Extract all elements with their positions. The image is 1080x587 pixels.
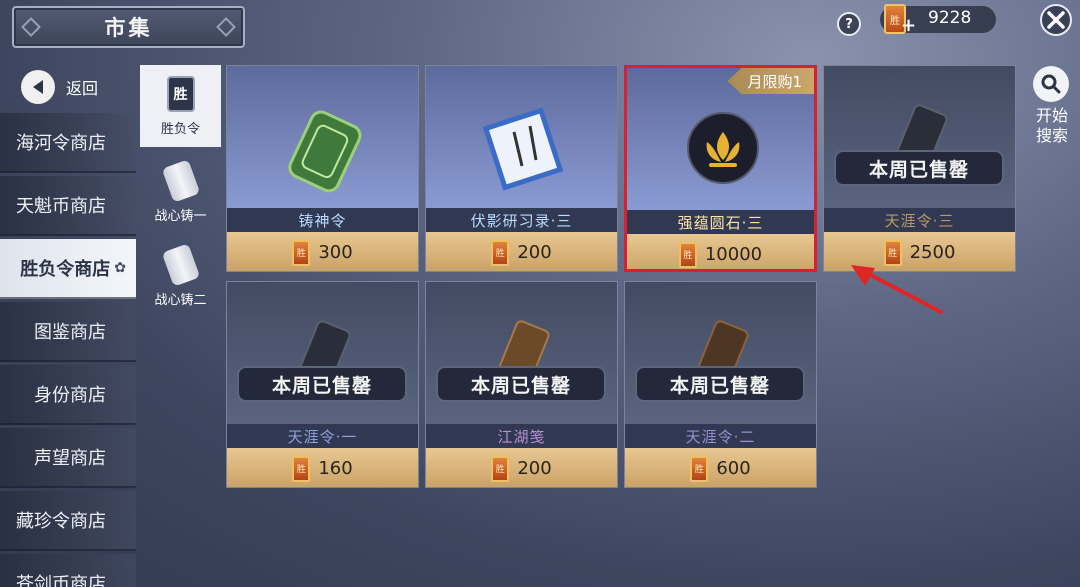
price-value: 10000 <box>704 244 763 265</box>
shop-item-card[interactable]: 本周已售罄 江湖笺 胜 200 <box>425 281 618 488</box>
jade-token-icon <box>288 110 362 193</box>
soldout-badge: 本周已售罄 <box>436 366 606 402</box>
sidebar-item-label: 身份商店 <box>34 385 106 406</box>
item-price: 胜 200 <box>426 448 617 487</box>
victory-token-icon: 胜 <box>491 239 510 266</box>
close-icon <box>1047 11 1065 29</box>
item-name: 铸神令 <box>227 208 418 232</box>
scroll-icon <box>161 242 200 287</box>
victory-token-icon: 胜 <box>491 455 510 482</box>
close-button[interactable] <box>1040 4 1072 36</box>
shop-item-card-highlighted[interactable]: 月限购1 强蕴圆石·三 胜 10000 <box>624 65 817 272</box>
price-value: 200 <box>517 458 552 479</box>
sidebar-item-tujian-shop[interactable]: 图鉴商店 <box>0 302 136 362</box>
victory-token-icon: 胜 <box>292 455 311 482</box>
settings-gear-icon: ✿ <box>114 260 126 276</box>
sidebar-item-cangzhen-shop[interactable]: 藏珍令商店 <box>0 491 136 551</box>
sidebar-item-label: 天魁币商店 <box>16 196 106 217</box>
page-title: 市集 <box>104 16 153 40</box>
item-name: 天涯令·三 <box>824 208 1015 232</box>
shop-item-card[interactable]: 本周已售罄 天涯令·二 胜 600 <box>624 281 817 488</box>
ornament-icon <box>21 17 41 37</box>
sidebar-item-label: 声望商店 <box>34 448 106 469</box>
item-name: 天涯令·二 <box>625 424 816 448</box>
item-name: 伏影研习录·三 <box>426 208 617 232</box>
item-art: 本周已售罄 <box>625 282 816 424</box>
price-value: 600 <box>716 458 751 479</box>
soldout-badge: 本周已售罄 <box>237 366 407 402</box>
item-art: 本周已售罄 <box>227 282 418 424</box>
sidebar-item-identity-shop[interactable]: 身份商店 <box>0 365 136 425</box>
back-label: 返回 <box>66 79 99 98</box>
search-label: 开始搜索 <box>1035 106 1068 145</box>
item-price: 胜 600 <box>625 448 816 487</box>
item-name: 强蕴圆石·三 <box>627 210 814 234</box>
search-button[interactable] <box>1033 66 1069 102</box>
item-art <box>426 66 617 208</box>
shop-item-card[interactable]: 铸神令 胜 300 <box>226 65 419 272</box>
item-price: 胜 160 <box>227 448 418 487</box>
item-art: 本周已售罄 <box>426 282 617 424</box>
item-art: 本周已售罄 <box>824 66 1015 208</box>
shop-item-card[interactable]: 本周已售罄 天涯令·一 胜 160 <box>226 281 419 488</box>
sidebar-item-cangjian-shop[interactable]: 苍剑币商店 <box>0 554 136 587</box>
sidebar-item-label: 胜负令商店 <box>20 259 111 280</box>
victory-token-icon: 胜 <box>690 455 709 482</box>
soldout-badge: 本周已售罄 <box>635 366 805 402</box>
title-plaque: 市集 <box>12 6 245 48</box>
item-art <box>227 66 418 208</box>
back-arrow-icon <box>21 70 55 104</box>
victory-token-icon: 胜 <box>292 239 311 266</box>
help-button[interactable]: ? <box>837 12 861 36</box>
subtab-label: 战心铸二 <box>154 292 207 308</box>
add-currency-button[interactable]: + <box>901 15 916 36</box>
search-icon <box>1041 74 1061 94</box>
back-button[interactable]: 返回 <box>0 62 136 112</box>
item-price: 胜 200 <box>426 232 617 271</box>
price-value: 300 <box>318 242 353 263</box>
soldout-badge: 本周已售罄 <box>834 150 1004 186</box>
sidebar-item-label: 藏珍令商店 <box>16 511 106 532</box>
scroll-book-icon <box>482 107 564 191</box>
price-value: 2500 <box>909 242 956 263</box>
sidebar-item-label: 图鉴商店 <box>34 322 106 343</box>
price-value: 160 <box>318 458 353 479</box>
subtab-shengfu[interactable]: 胜 胜负令 <box>140 65 221 147</box>
item-art: 月限购1 <box>627 68 814 210</box>
victory-token-icon: 胜 <box>166 75 195 112</box>
item-name: 天涯令·一 <box>227 424 418 448</box>
currency-amount: 9228 <box>928 8 972 28</box>
sidebar-item-label: 海河令商店 <box>16 133 106 154</box>
ornament-icon <box>216 17 236 37</box>
scroll-icon <box>161 158 200 203</box>
price-value: 200 <box>517 242 552 263</box>
sidebar-item-tiankui-shop[interactable]: 天魁币商店 <box>0 176 136 236</box>
lotus-stone-icon <box>687 112 759 184</box>
item-price: 胜 10000 <box>627 234 814 269</box>
item-price: 胜 300 <box>227 232 418 271</box>
item-name: 江湖笺 <box>426 424 617 448</box>
sidebar-item-label: 苍剑币商店 <box>16 574 106 587</box>
sidebar-item-shengfu-shop[interactable]: 胜负令商店 ✿ <box>0 239 136 299</box>
sidebar-item-haihe-shop[interactable]: 海河令商店 <box>0 113 136 173</box>
victory-token-icon: 胜 <box>678 241 697 268</box>
subtab-zhanxin-2[interactable]: 战心铸二 <box>140 236 221 318</box>
shop-item-card[interactable]: 本周已售罄 天涯令·三 胜 2500 <box>823 65 1016 272</box>
purchase-limit-badge: 月限购1 <box>727 68 814 94</box>
subtab-zhanxin-1[interactable]: 战心铸一 <box>140 152 221 234</box>
sidebar-item-reputation-shop[interactable]: 声望商店 <box>0 428 136 488</box>
subtab-label: 战心铸一 <box>154 208 207 224</box>
shop-item-card[interactable]: 伏影研习录·三 胜 200 <box>425 65 618 272</box>
subtab-label: 胜负令 <box>160 121 200 137</box>
red-arrow-annotation <box>851 265 943 314</box>
